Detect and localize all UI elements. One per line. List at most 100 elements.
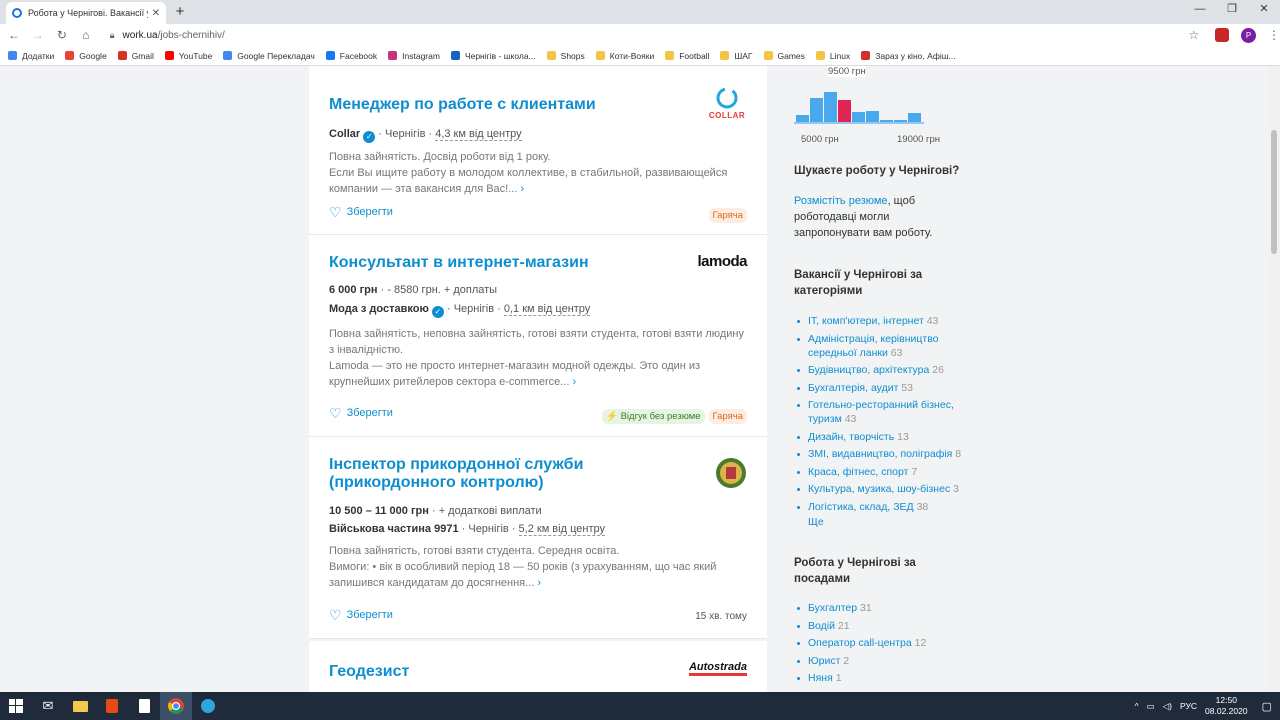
bookmark-item[interactable]: Коти-Вояки: [595, 51, 654, 61]
site-favicon-icon: [12, 8, 22, 18]
job-city: Чернігів: [468, 523, 509, 535]
document-app-icon[interactable]: [128, 692, 160, 720]
category-item[interactable]: Краса, фітнес, спорт 7: [794, 465, 969, 479]
file-explorer-icon[interactable]: [64, 692, 96, 720]
histogram-bar[interactable]: [824, 92, 837, 124]
job-distance[interactable]: 4,3 км від центру: [435, 128, 522, 141]
hot-badge: Гаряча: [708, 409, 747, 424]
network-icon[interactable]: ▭: [1147, 701, 1155, 712]
histogram-bar[interactable]: [838, 100, 851, 124]
bookmark-item[interactable]: Shops: [546, 51, 585, 61]
job-city: Чернігів: [453, 303, 495, 315]
bookmark-item[interactable]: Додатки: [8, 51, 54, 61]
close-window-icon[interactable]: ✕: [1248, 0, 1280, 20]
category-item[interactable]: Дизайн, творчість 13: [794, 430, 969, 444]
position-item[interactable]: Няня 1: [794, 671, 969, 685]
bookmark-item[interactable]: Instagram: [388, 51, 440, 61]
bookmark-label: ШАГ: [734, 50, 753, 61]
save-button[interactable]: ♡ Зберегти: [329, 406, 393, 420]
more-chevron-icon[interactable]: ›: [537, 577, 541, 589]
browser-tab[interactable]: Робота у Чернігові. Вакансії у Ч ✕: [6, 2, 166, 24]
forward-icon[interactable]: →: [28, 28, 48, 42]
position-item[interactable]: Юрист 2: [794, 654, 969, 668]
clock-date: 08.02.2020: [1205, 706, 1248, 716]
close-tab-icon[interactable]: ✕: [152, 8, 160, 19]
job-salary-line: 6 000 грн · - 8580 грн. + доплаты: [329, 284, 498, 296]
bookmark-item[interactable]: Зараз у кіно, Афіш...: [861, 51, 956, 61]
save-button[interactable]: ♡ Зберегти: [329, 205, 393, 219]
category-item-label: Дизайн, творчість: [808, 430, 895, 443]
maximize-icon[interactable]: ❐: [1216, 0, 1248, 20]
mail-app-icon[interactable]: ✉: [32, 692, 64, 720]
job-desc-line: Повна зайнятість, неповна зайнятість, го…: [329, 328, 744, 356]
more-chevron-icon[interactable]: ›: [520, 183, 524, 195]
address-bar[interactable]: 🔒︎ work.ua/jobs-chernihiv/: [110, 26, 1187, 44]
bookmark-item[interactable]: YouTube: [164, 51, 212, 61]
job-desc-line: Повна зайнятість. Досвід роботи від 1 ро…: [329, 151, 551, 163]
histogram-baseline: [794, 122, 924, 124]
clock[interactable]: 12:50 08.02.2020: [1205, 695, 1248, 717]
job-title[interactable]: Менеджер по работе с клиентами: [329, 96, 747, 114]
category-item[interactable]: Адміністрація, керівництво середньої лан…: [794, 332, 969, 360]
bookmark-item[interactable]: Google: [65, 51, 107, 61]
histogram-bar[interactable]: [810, 98, 823, 124]
bookmark-item[interactable]: Google Перекладач: [223, 51, 315, 61]
minimize-icon[interactable]: —: [1184, 0, 1216, 20]
start-button[interactable]: [0, 692, 32, 720]
keyboard-language[interactable]: РУС: [1180, 701, 1197, 711]
bookmark-item[interactable]: Чернігів - школа...: [450, 51, 536, 61]
category-item[interactable]: IT, комп'ютери, інтернет 43: [794, 314, 969, 328]
new-tab-button[interactable]: +: [172, 4, 188, 20]
job-distance[interactable]: 0,1 км від центру: [503, 303, 591, 316]
category-item[interactable]: Готельно-ресторанний бізнес, туризм 43: [794, 398, 969, 426]
category-item[interactable]: Бухгалтерія, аудит 53: [794, 381, 969, 395]
extension-icon[interactable]: [1215, 28, 1230, 42]
chrome-app-icon[interactable]: [160, 692, 192, 720]
office-app-icon[interactable]: [96, 692, 128, 720]
salary-histogram[interactable]: 9500 грн 5000 грн 19000 грн: [794, 66, 954, 146]
back-icon[interactable]: ←: [4, 28, 24, 42]
job-title[interactable]: Інспектор прикордонної служби (прикордон…: [329, 456, 629, 492]
notifications-icon[interactable]: ▢: [1262, 700, 1272, 713]
category-item[interactable]: ЗМІ, видавництво, поліграфія 8: [794, 447, 969, 461]
volume-icon[interactable]: ◁): [1163, 701, 1172, 712]
page-scrollbar[interactable]: [1268, 66, 1280, 692]
reload-icon[interactable]: ↻: [52, 28, 72, 42]
browser-menu-icon[interactable]: ⋮: [1268, 28, 1280, 42]
profile-avatar[interactable]: P: [1241, 27, 1256, 43]
bookmark-item[interactable]: ШАГ: [720, 50, 753, 61]
more-chevron-icon[interactable]: ›: [572, 376, 576, 388]
position-item[interactable]: Оператор call-центра 12: [794, 636, 969, 650]
category-item-label: Культура, музика, шоу-бізнес: [808, 483, 951, 495]
category-item-label: Будівництво, архітектура: [808, 364, 930, 376]
home-icon[interactable]: ⌂: [76, 28, 96, 42]
job-description: Повна зайнятість, неповна зайнятість, го…: [329, 326, 747, 390]
save-label: Зберегти: [346, 206, 393, 218]
job-title[interactable]: Консультант в интернет-магазин: [329, 254, 747, 272]
bookmark-icon: [450, 51, 460, 60]
bookmark-icon: [117, 51, 127, 60]
bookmark-item[interactable]: Facebook: [325, 51, 377, 61]
telegram-app-icon[interactable]: [192, 692, 224, 720]
job-distance[interactable]: 5,2 км від центру: [518, 523, 605, 536]
tray-chevron-icon[interactable]: ^: [1135, 701, 1139, 711]
bookmark-item[interactable]: Games: [763, 51, 805, 61]
categories-more-link[interactable]: Ще: [808, 516, 824, 528]
category-item-count: 8: [955, 448, 962, 460]
position-item[interactable]: Бухгалтер 31: [794, 601, 969, 615]
position-item[interactable]: Водій 21: [794, 619, 969, 633]
category-item-label: IT, комп'ютери, інтернет: [808, 315, 924, 327]
job-title[interactable]: Геодезист: [329, 663, 747, 681]
category-item[interactable]: Будівництво, архітектура 26: [794, 363, 969, 377]
bookmark-item[interactable]: Gmail: [117, 51, 154, 61]
category-item[interactable]: Культура, музика, шоу-бізнес 3: [794, 482, 969, 496]
bookmark-item[interactable]: Football: [665, 51, 709, 61]
post-resume-link[interactable]: Розмістіть резюме: [794, 195, 888, 207]
bookmark-star-icon[interactable]: ☆: [1188, 28, 1199, 42]
scrollbar-thumb[interactable]: [1271, 130, 1277, 254]
bookmark-item[interactable]: Linux: [815, 51, 850, 61]
save-button[interactable]: ♡ Зберегти: [329, 608, 393, 622]
category-item[interactable]: Логістика, склад, ЗЕД 38: [794, 500, 969, 514]
category-item-label: Бухгалтерія, аудит: [808, 381, 899, 394]
job-card: Геодезист Autostrada: [309, 641, 767, 692]
